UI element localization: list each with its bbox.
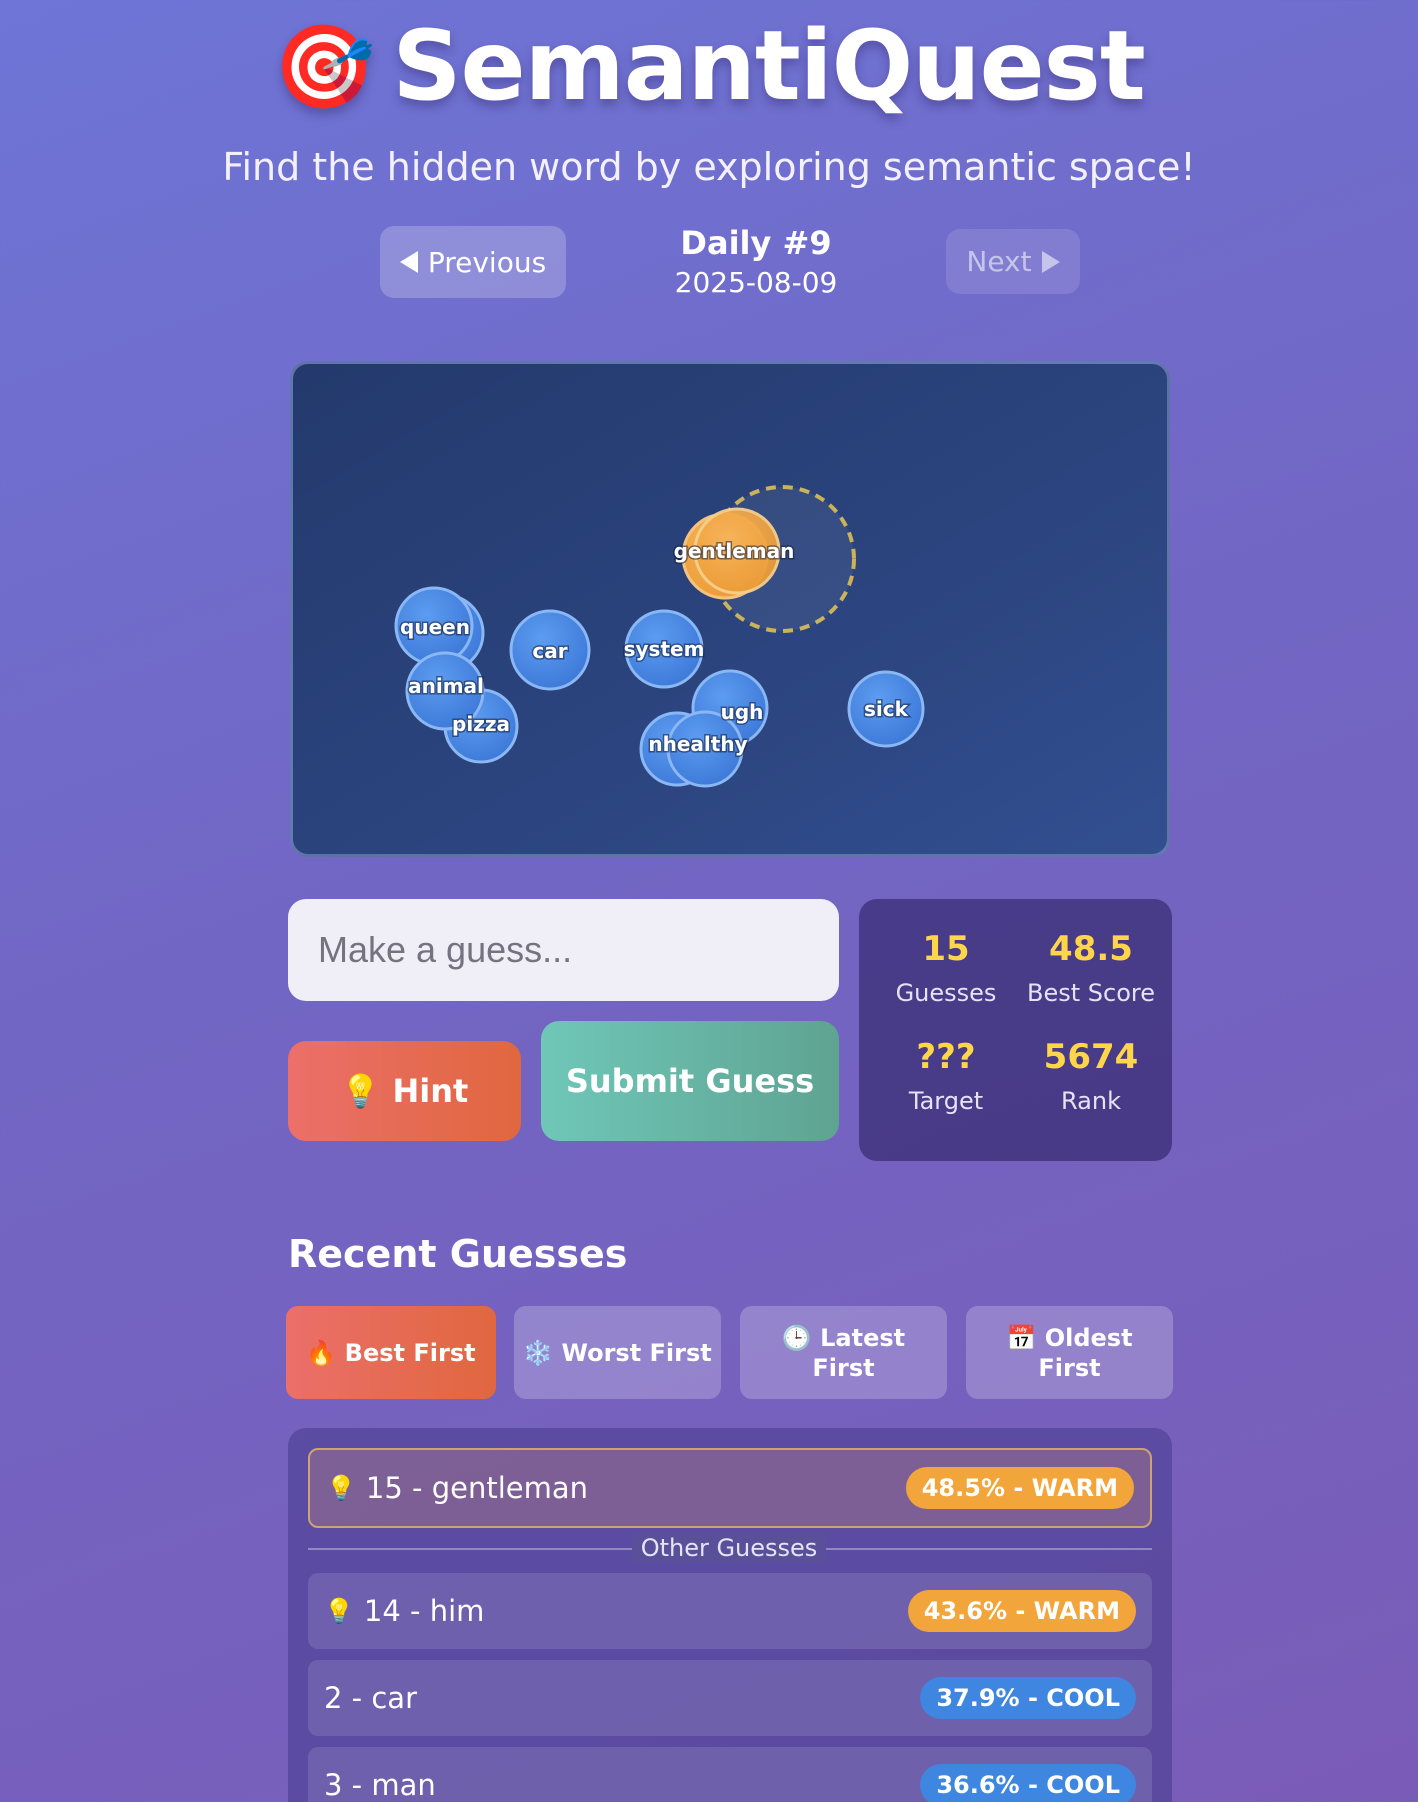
stat-rank-value: 5674: [1043, 1037, 1139, 1077]
guess-text: 15 - gentleman: [365, 1471, 588, 1505]
stat-target-value: ???: [916, 1037, 976, 1077]
sort-oldest-label: Oldest First: [1038, 1323, 1133, 1382]
target-dart-icon: 🎯: [273, 20, 375, 115]
sort-worst-label: Worst First: [561, 1338, 712, 1367]
stat-rank-label: Rank: [1061, 1087, 1121, 1115]
stat-target-label: Target: [908, 1087, 984, 1115]
guess-input[interactable]: [288, 899, 839, 1001]
subtitle: Find the hidden word by exploring semant…: [222, 145, 1196, 189]
word-label-sick: sick: [864, 697, 909, 721]
semantic-space-canvas: gentleman queen car system animal pizza …: [394, 485, 925, 788]
list-item[interactable]: 💡 14 - him 43.6% - WARM: [308, 1573, 1152, 1649]
hint-label: Hint: [392, 1072, 469, 1110]
sort-latest-label: Latest First: [812, 1323, 906, 1382]
stat-best-label: Best Score: [1027, 979, 1155, 1007]
word-label-ugh: ugh: [721, 700, 764, 724]
score-badge-cool: 36.6% - COOL: [920, 1764, 1136, 1802]
semantic-space-map[interactable]: gentleman queen car system animal pizza …: [290, 361, 1170, 857]
app-title-text: SemantiQuest: [392, 10, 1145, 122]
stat-target: ??? Target: [876, 1037, 1016, 1115]
word-label-queen: queen: [400, 615, 470, 639]
guess-text: 2 - car: [324, 1681, 417, 1715]
triangle-left-icon: [399, 251, 418, 273]
fire-icon: 🔥: [306, 1338, 337, 1367]
word-label-animal: animal: [408, 674, 484, 698]
stat-rank: 5674 Rank: [1016, 1037, 1166, 1115]
stat-guesses-label: Guesses: [895, 979, 997, 1007]
sort-best-label: Best First: [344, 1338, 476, 1367]
sort-best-first-button[interactable]: 🔥 Best First: [286, 1306, 496, 1399]
submit-guess-button[interactable]: Submit Guess: [541, 1021, 839, 1141]
score-badge-warm: 48.5% - WARM: [905, 1467, 1134, 1509]
daily-number: Daily #9: [680, 224, 832, 262]
guess-text: 3 - man: [324, 1768, 436, 1802]
previous-button[interactable]: Previous: [380, 226, 566, 298]
list-item[interactable]: 3 - man 36.6% - COOL: [308, 1747, 1152, 1802]
hint-button[interactable]: 💡 Hint: [288, 1041, 521, 1141]
daily-date: 2025-08-09: [674, 266, 838, 299]
stat-best-value: 48.5: [1049, 929, 1133, 969]
app-title: 🎯 SemantiQuest: [0, 10, 1418, 122]
sort-latest-first-button[interactable]: 🕒 Latest First: [740, 1306, 947, 1399]
lightbulb-icon: 💡: [326, 1474, 356, 1502]
previous-label: Previous: [427, 245, 547, 279]
word-label-pizza: pizza: [452, 712, 510, 736]
lightbulb-icon: 💡: [324, 1597, 354, 1625]
triangle-right-icon: [1041, 250, 1060, 273]
next-button[interactable]: Next: [946, 229, 1080, 294]
daily-indicator: Daily #9 2025-08-09: [620, 224, 892, 299]
sort-oldest-first-button[interactable]: 📅 Oldest First: [966, 1306, 1173, 1399]
score-badge-cool: 37.9% - COOL: [920, 1677, 1136, 1719]
snowflake-icon: ❄️: [523, 1338, 554, 1367]
word-label-gentleman: gentleman: [674, 539, 795, 563]
calendar-icon: 📅: [1006, 1323, 1037, 1352]
stats-panel: 15 Guesses 48.5 Best Score ??? Target 56…: [859, 899, 1172, 1161]
score-badge-warm: 43.6% - WARM: [907, 1590, 1136, 1632]
guess-list-panel: 💡 15 - gentleman 48.5% - WARM Other Gues…: [288, 1428, 1172, 1802]
best-guess-row[interactable]: 💡 15 - gentleman 48.5% - WARM: [308, 1448, 1152, 1528]
submit-label: Submit Guess: [565, 1062, 815, 1100]
guess-text: 14 - him: [363, 1594, 485, 1628]
list-item[interactable]: 2 - car 37.9% - COOL: [308, 1660, 1152, 1736]
clock-icon: 🕒: [781, 1323, 812, 1352]
stat-guesses: 15 Guesses: [876, 929, 1016, 1007]
word-label-nhealthy: nhealthy: [648, 732, 747, 756]
lightbulb-icon: 💡: [340, 1072, 381, 1110]
word-label-car: car: [532, 639, 567, 663]
stat-guesses-value: 15: [922, 929, 970, 969]
other-guesses-label: Other Guesses: [632, 1533, 826, 1563]
sort-worst-first-button[interactable]: ❄️ Worst First: [514, 1306, 721, 1399]
word-label-system: system: [624, 637, 705, 661]
recent-guesses-heading: Recent Guesses: [288, 1232, 628, 1276]
stat-best-score: 48.5 Best Score: [1016, 929, 1166, 1007]
next-label: Next: [966, 245, 1032, 278]
